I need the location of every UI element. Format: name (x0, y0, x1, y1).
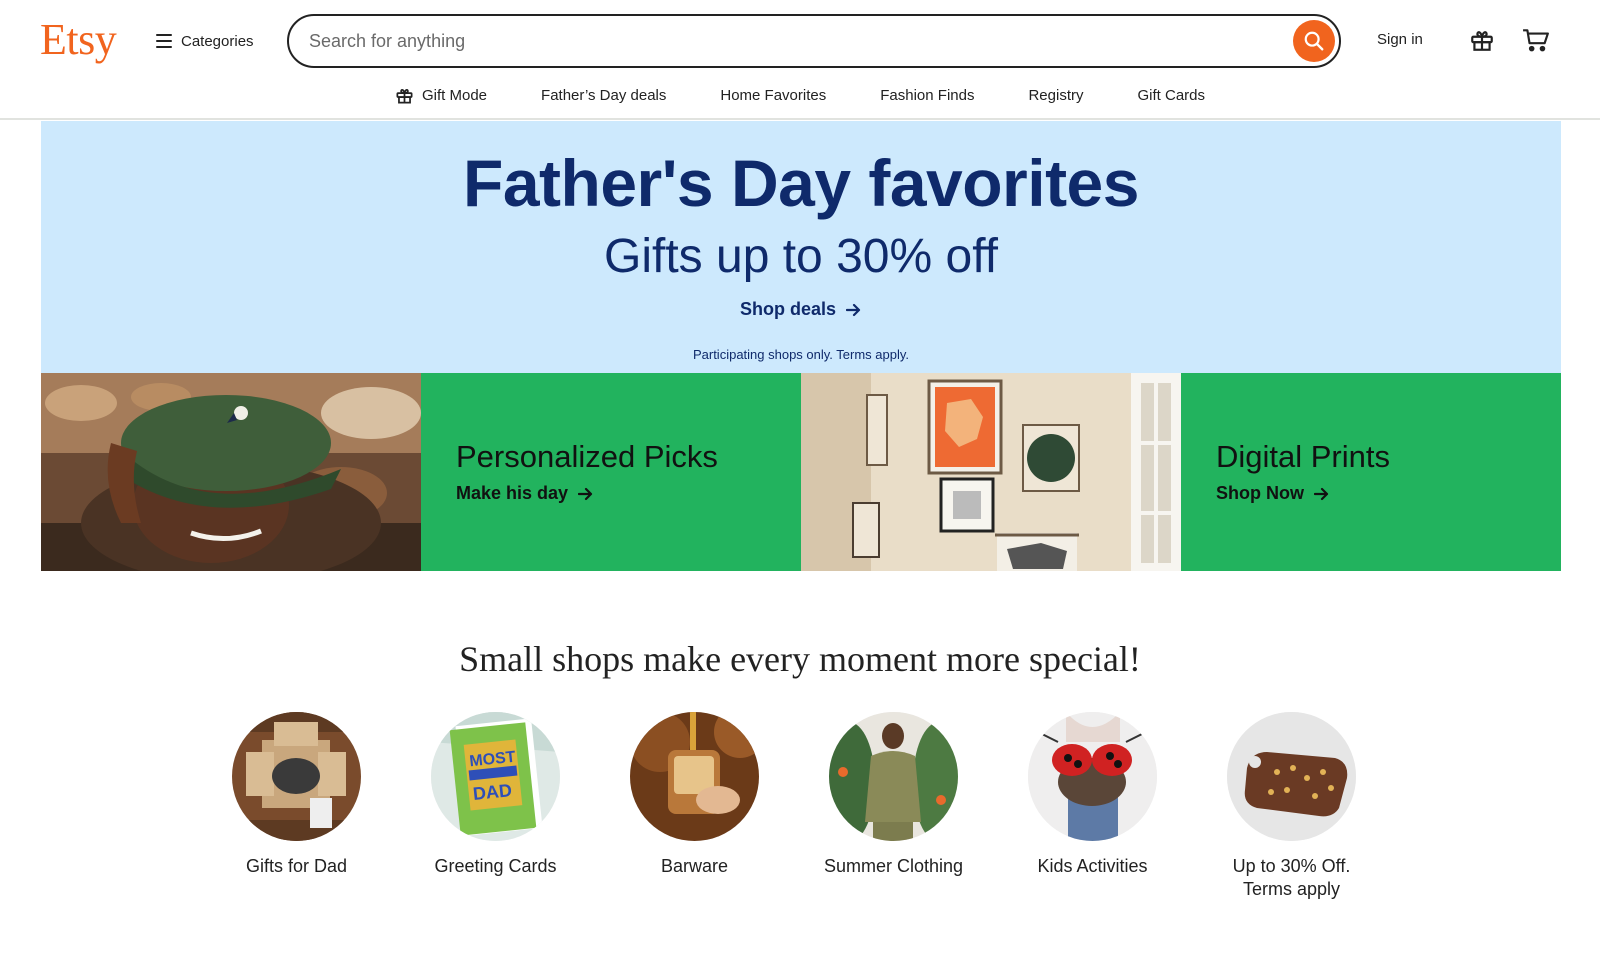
arrow-right-icon (846, 303, 861, 316)
hero-subtitle: Gifts up to 30% off (603, 230, 998, 283)
category-image (630, 712, 759, 841)
category-label: Greeting Cards (434, 856, 557, 876)
nav-label: Gift Mode (422, 86, 488, 104)
hero-title: Father's Day favorites (463, 146, 1139, 220)
categories-button[interactable]: Categories (156, 28, 254, 54)
nav-fashion-finds[interactable]: Fashion Finds (880, 87, 974, 104)
category-label: Barware (660, 856, 729, 876)
secondary-nav: Gift Mode Father’s Day deals Home Favori… (0, 80, 1600, 110)
category-greeting-cards[interactable]: MOST DAD Greeting Cards (431, 712, 560, 901)
nav-gift-mode[interactable]: Gift Mode (395, 86, 487, 105)
section-title: Small shops make every moment more speci… (459, 639, 1141, 679)
categories-label: Categories (181, 32, 254, 50)
promo-image-man-cap[interactable] (41, 373, 421, 571)
site-header: Etsy Categories Sign in (0, 0, 1600, 120)
category-kids-activities[interactable]: Kids Activities (1028, 712, 1157, 901)
promo-image-wall-prints[interactable] (801, 373, 1181, 571)
etsy-logo[interactable]: Etsy (40, 14, 117, 65)
hero-terms-note: Participating shops only. Terms apply. (692, 347, 910, 362)
search-button[interactable] (1293, 20, 1335, 62)
promo-personalized-picks[interactable]: Personalized Picks Make his day (421, 373, 801, 571)
tile-link-label: Shop Now (1216, 483, 1304, 503)
promo-tiles: Personalized Picks Make his day Digital … (41, 373, 1561, 571)
search-bar (287, 14, 1341, 68)
gift-icon (396, 88, 413, 103)
gift-icon[interactable] (1466, 24, 1498, 56)
nav-fathers-day-deals[interactable]: Father’s Day deals (541, 87, 666, 104)
nav-gift-cards[interactable]: Gift Cards (1137, 87, 1205, 104)
arrow-right-icon (578, 487, 593, 500)
tile-title: Personalized Picks (456, 439, 718, 474)
category-label: Summer Clothing (823, 856, 964, 876)
category-gifts-for-dad[interactable]: Gifts for Dad (232, 712, 361, 901)
cart-icon[interactable] (1520, 24, 1552, 56)
nav-home-favorites[interactable]: Home Favorites (720, 87, 826, 104)
category-image (1028, 712, 1157, 841)
arrow-right-icon (1314, 487, 1329, 500)
category-up-to-30-off[interactable]: Up to 30% Off. Terms apply (1227, 712, 1356, 901)
shop-deals-label: Shop deals (739, 299, 837, 319)
category-label: Gifts for Dad (245, 856, 348, 876)
svg-text:DAD: DAD (472, 780, 513, 804)
menu-icon (156, 34, 172, 48)
category-circles: Gifts for Dad MOST DAD Greeting Cards Ba… (232, 712, 1368, 901)
nav-registry[interactable]: Registry (1028, 87, 1083, 104)
shop-deals-link[interactable]: Shop deals (41, 299, 1561, 320)
category-barware[interactable]: Barware (630, 712, 759, 901)
category-summer-clothing[interactable]: Summer Clothing (824, 712, 963, 901)
hero-banner[interactable]: Father's Day favorites Gifts up to 30% o… (41, 121, 1561, 373)
category-image (829, 712, 958, 841)
tile-link-label: Make his day (456, 483, 569, 503)
search-input[interactable] (309, 16, 1269, 66)
promo-digital-prints[interactable]: Digital Prints Shop Now (1181, 373, 1561, 571)
search-icon (1304, 31, 1324, 51)
category-image (232, 712, 361, 841)
category-label: Kids Activities (1037, 856, 1148, 876)
category-image: MOST DAD (431, 712, 560, 841)
shop-now-link[interactable]: Shop Now (1216, 483, 1330, 504)
category-image (1227, 712, 1356, 841)
sign-in-link[interactable]: Sign in (1377, 31, 1423, 48)
tile-title: Digital Prints (1216, 439, 1390, 474)
category-label: Up to 30% Off. Terms apply (1232, 856, 1351, 899)
make-his-day-link[interactable]: Make his day (456, 483, 594, 504)
